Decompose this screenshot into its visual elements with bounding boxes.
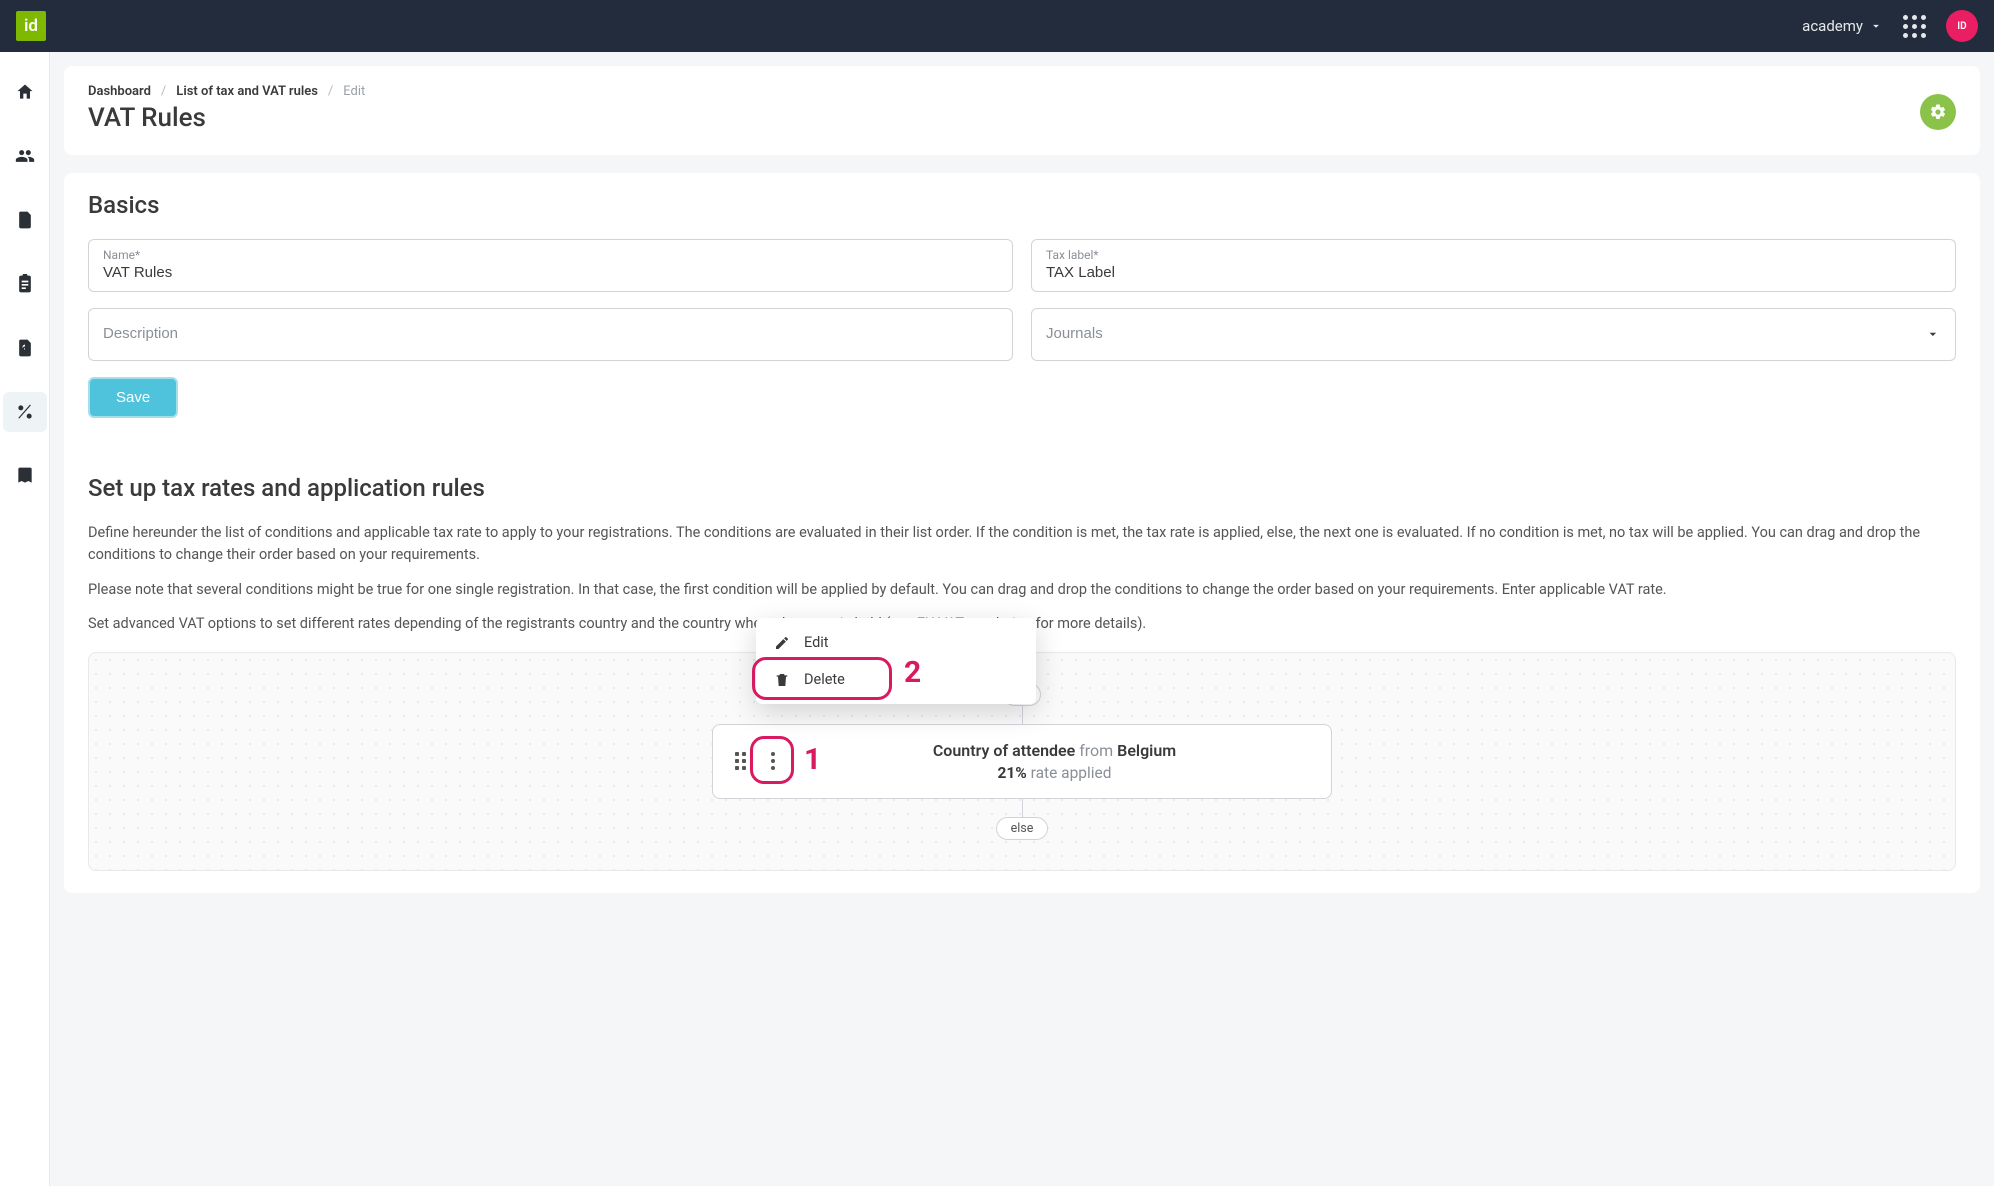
breadcrumb: Dashboard / List of tax and VAT rules / …: [88, 84, 365, 99]
breadcrumb-dashboard[interactable]: Dashboard: [88, 84, 151, 99]
rules-heading: Set up tax rates and application rules: [88, 474, 1956, 502]
sidenav-people[interactable]: [3, 136, 47, 176]
sidenav-forms[interactable]: [3, 200, 47, 240]
name-label: Name*: [103, 248, 998, 262]
page-title: VAT Rules: [88, 103, 365, 133]
pencil-icon: [774, 635, 790, 651]
sidenav-tax[interactable]: [3, 392, 47, 432]
book-icon: [15, 466, 35, 486]
breadcrumb-list[interactable]: List of tax and VAT rules: [176, 84, 318, 99]
basics-heading: Basics: [88, 191, 1956, 219]
home-icon: [15, 82, 35, 102]
chevron-down-icon: [1925, 326, 1941, 342]
side-nav: [0, 52, 50, 1186]
sidenav-invoice[interactable]: [3, 328, 47, 368]
menu-delete-label: Delete: [804, 671, 845, 688]
invoice-icon: [15, 338, 35, 358]
name-field-wrapper[interactable]: Name*: [88, 239, 1013, 292]
trash-icon: [774, 672, 790, 688]
save-button[interactable]: Save: [88, 377, 178, 418]
sidenav-book[interactable]: [3, 456, 47, 496]
journals-field-wrapper[interactable]: [1031, 308, 1956, 361]
journals-select[interactable]: [1046, 317, 1925, 350]
main-content: Dashboard / List of tax and VAT rules / …: [50, 52, 1994, 1186]
rule-rate-suffix: rate applied: [1031, 764, 1112, 782]
gear-icon: [1929, 103, 1947, 121]
rule-body: Country of attendee from Belgium 21% rat…: [800, 741, 1309, 782]
topbar: id academy ID: [0, 0, 1994, 52]
rule-menu-button[interactable]: [760, 744, 786, 778]
taxlabel-field-wrapper[interactable]: Tax label*: [1031, 239, 1956, 292]
percent-icon: [15, 402, 35, 422]
menu-edit-label: Edit: [804, 634, 829, 651]
menu-edit[interactable]: Edit: [756, 624, 1036, 661]
form-icon: [15, 210, 35, 230]
taxlabel-label: Tax label*: [1046, 248, 1941, 262]
menu-delete[interactable]: Delete: [756, 661, 1036, 698]
taxlabel-input[interactable]: [1046, 264, 1941, 281]
page-header-card: Dashboard / List of tax and VAT rules / …: [64, 66, 1980, 155]
account-name: academy: [1802, 17, 1863, 35]
people-icon: [15, 146, 35, 166]
rule-condition-word: from: [1079, 741, 1113, 760]
rules-p2: Please note that several conditions migh…: [88, 579, 1956, 601]
drag-handle-icon[interactable]: [735, 752, 746, 770]
rule-condition-field: Country of attendee: [933, 741, 1075, 760]
settings-button[interactable]: [1920, 94, 1956, 130]
flow-else-pill: else: [996, 817, 1049, 840]
description-field-wrapper[interactable]: [88, 308, 1013, 361]
rule-card[interactable]: Country of attendee from Belgium 21% rat…: [712, 724, 1332, 799]
clipboard-icon: [15, 274, 35, 294]
form-card: Basics Name* Tax label*: [64, 173, 1980, 893]
app-logo[interactable]: id: [16, 11, 46, 41]
rule-condition-value: Belgium: [1117, 741, 1176, 760]
sidenav-clipboard[interactable]: [3, 264, 47, 304]
rule-context-menu: Edit Delete: [756, 618, 1036, 704]
breadcrumb-current: Edit: [343, 84, 365, 99]
description-input[interactable]: [103, 317, 998, 350]
rule-rate-value: 21%: [998, 764, 1027, 782]
user-avatar[interactable]: ID: [1946, 10, 1978, 42]
account-dropdown[interactable]: academy: [1802, 17, 1883, 35]
rules-p1: Define hereunder the list of conditions …: [88, 522, 1956, 567]
apps-grid-icon[interactable]: [1903, 15, 1926, 38]
name-input[interactable]: [103, 264, 998, 281]
sidenav-home[interactable]: [3, 72, 47, 112]
chevron-down-icon: [1869, 19, 1883, 33]
